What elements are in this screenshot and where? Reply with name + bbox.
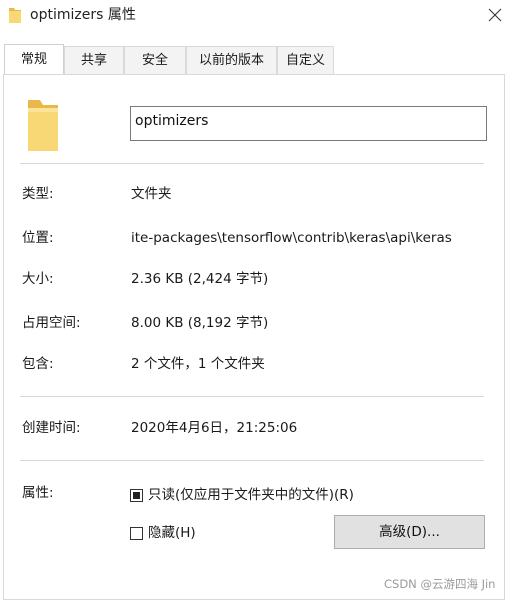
divider <box>20 163 484 164</box>
size-on-disk-value: 8.00 KB (8,192 字节) <box>131 315 269 331</box>
type-label: 类型: <box>22 186 54 202</box>
divider <box>20 460 484 461</box>
location-value[interactable]: ite-packages\tensorflow\contrib\keras\ap… <box>131 229 487 247</box>
created-value: 2020年4月6日，21:25:06 <box>131 420 298 436</box>
folder-name-input[interactable] <box>130 106 487 141</box>
size-on-disk-label: 占用空间: <box>22 315 81 331</box>
created-label: 创建时间: <box>22 420 81 436</box>
folder-icon <box>28 100 58 151</box>
location-label: 位置: <box>22 230 54 246</box>
hidden-label[interactable]: 隐藏(H) <box>148 524 196 542</box>
folder-icon <box>9 8 21 23</box>
close-icon <box>488 8 502 22</box>
hidden-checkbox[interactable] <box>130 526 143 540</box>
size-value: 2.36 KB (2,424 字节) <box>131 271 269 287</box>
contains-label: 包含: <box>22 356 54 372</box>
window-title: optimizers 属性 <box>30 7 136 23</box>
contains-value: 2 个文件，1 个文件夹 <box>131 356 265 372</box>
divider <box>20 396 484 397</box>
readonly-checkbox[interactable] <box>130 488 143 502</box>
close-button[interactable] <box>482 1 508 29</box>
readonly-checkbox-row[interactable]: 只读(仅应用于文件夹中的文件)(R) <box>130 486 354 504</box>
tab-sharing[interactable]: 共享 <box>64 46 124 74</box>
readonly-label[interactable]: 只读(仅应用于文件夹中的文件)(R) <box>148 486 354 504</box>
title-bar[interactable]: optimizers 属性 <box>0 0 509 32</box>
advanced-button[interactable]: 高级(D)... <box>334 515 485 549</box>
hidden-checkbox-row[interactable]: 隐藏(H) <box>130 524 196 542</box>
type-value: 文件夹 <box>131 186 172 202</box>
tab-previous-versions[interactable]: 以前的版本 <box>186 46 277 74</box>
size-label: 大小: <box>22 271 54 287</box>
tab-security[interactable]: 安全 <box>124 46 186 74</box>
tab-customize[interactable]: 自定义 <box>277 46 334 74</box>
watermark: CSDN @云游四海 Jin <box>384 577 496 591</box>
tab-general[interactable]: 常规 <box>4 44 64 74</box>
properties-window: optimizers 属性 常规 共享 安全 以前的版本 自定义 类型: 文件夹… <box>0 0 509 602</box>
attributes-label: 属性: <box>22 485 54 501</box>
